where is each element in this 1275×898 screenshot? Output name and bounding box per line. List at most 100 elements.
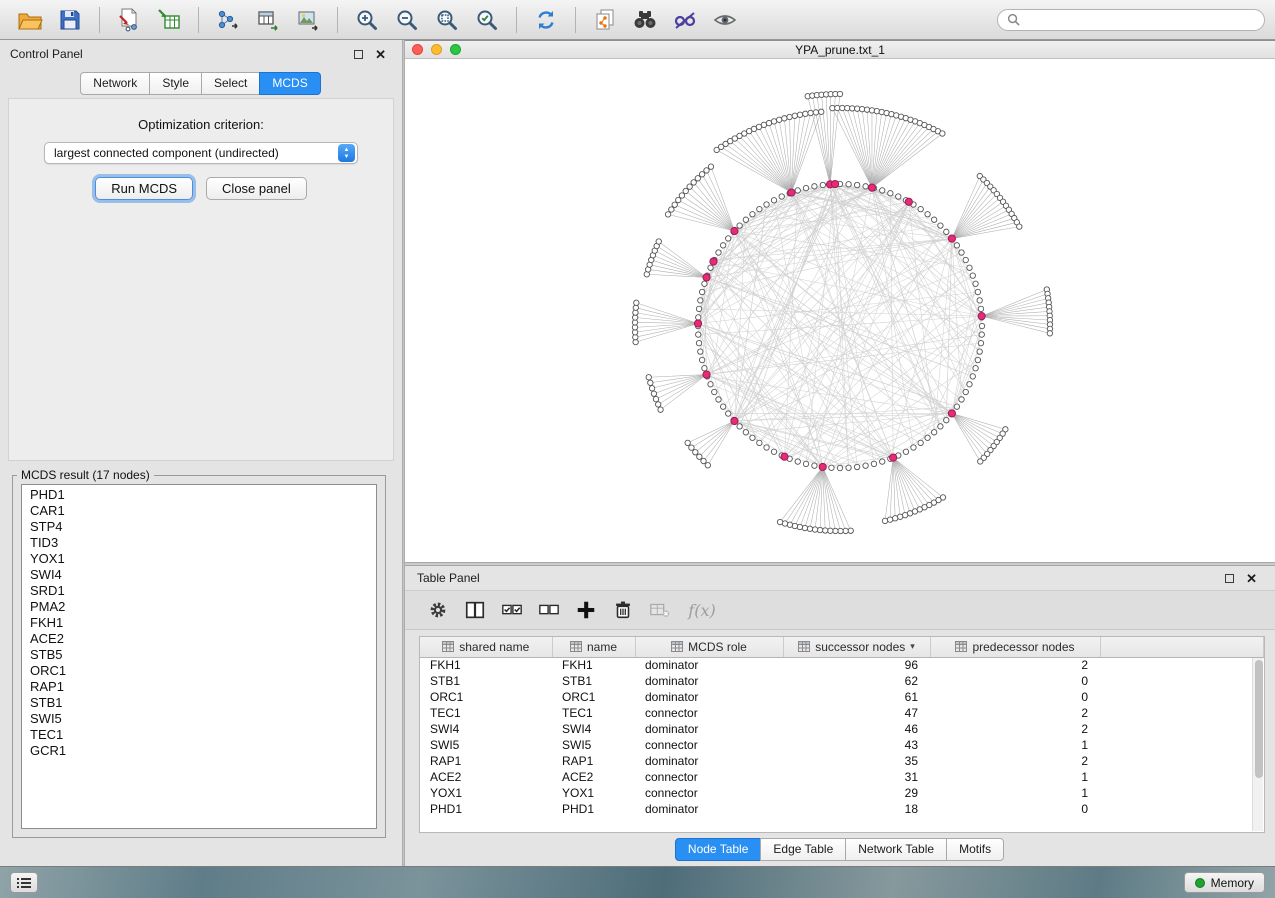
table-row[interactable]: RAP1RAP1dominator352 xyxy=(420,753,1264,769)
table-settings-button[interactable] xyxy=(423,596,453,624)
zoom-in-button[interactable] xyxy=(347,4,387,36)
select-all-rows-button[interactable] xyxy=(497,596,527,624)
hide-selected-button[interactable] xyxy=(665,4,705,36)
delete-table-icon xyxy=(648,599,672,621)
tab-network[interactable]: Network xyxy=(80,72,150,95)
table-scrollbar[interactable] xyxy=(1252,658,1263,831)
export-table-button[interactable] xyxy=(248,4,288,36)
zoom-fit-button[interactable] xyxy=(427,4,467,36)
column-header-shared-name[interactable]: shared name xyxy=(420,637,552,657)
mcds-result-item[interactable]: TEC1 xyxy=(22,727,376,743)
tab-motifs[interactable]: Motifs xyxy=(946,838,1004,861)
mcds-result-item[interactable]: GCR1 xyxy=(22,743,376,759)
memory-button[interactable]: Memory xyxy=(1184,872,1265,893)
delete-column-button[interactable] xyxy=(608,596,638,624)
close-table-panel-icon[interactable]: ✕ xyxy=(1246,572,1257,585)
search-input[interactable] xyxy=(1026,13,1255,27)
show-columns-button[interactable] xyxy=(460,596,490,624)
mcds-result-item[interactable]: SWI4 xyxy=(22,567,376,583)
zoom-selected-button[interactable] xyxy=(467,4,507,36)
mcds-result-item[interactable]: TID3 xyxy=(22,535,376,551)
criterion-select[interactable]: largest connected component (undirected)… xyxy=(44,142,358,164)
mcds-result-item[interactable]: STB5 xyxy=(22,647,376,663)
column-header-successor-nodes[interactable]: successor nodes▾ xyxy=(783,637,930,657)
node-table: shared namenameMCDS rolesuccessor nodes▾… xyxy=(419,636,1265,833)
status-menu-button[interactable] xyxy=(10,872,38,893)
mcds-result-item[interactable]: ORC1 xyxy=(22,663,376,679)
select-stepper-icon: ▲▼ xyxy=(338,144,355,162)
tab-node-table[interactable]: Node Table xyxy=(675,838,762,861)
table-row[interactable]: ACE2ACE2connector311 xyxy=(420,769,1264,785)
import-table-button[interactable] xyxy=(149,4,189,36)
network-canvas[interactable] xyxy=(405,59,1275,563)
binoculars-icon xyxy=(632,9,658,31)
deselect-all-rows-button[interactable] xyxy=(534,596,564,624)
column-header-name[interactable]: name xyxy=(552,637,635,657)
tab-network-table[interactable]: Network Table xyxy=(845,838,947,861)
mcds-result-item[interactable]: CAR1 xyxy=(22,503,376,519)
column-filter-arrow-icon[interactable]: ▾ xyxy=(910,641,915,652)
tab-edge-table[interactable]: Edge Table xyxy=(760,838,846,861)
table-row[interactable]: STB1STB1dominator620 xyxy=(420,673,1264,689)
glasses-slash-icon xyxy=(673,8,697,32)
optimization-criterion-label: Optimization criterion: xyxy=(9,117,393,132)
table-row[interactable]: ORC1ORC1dominator610 xyxy=(420,689,1264,705)
find-button[interactable] xyxy=(625,4,665,36)
table-header-row: shared namenameMCDS rolesuccessor nodes▾… xyxy=(420,637,1264,657)
table-row[interactable]: PHD1PHD1dominator180 xyxy=(420,801,1264,817)
column-header-MCDS-role[interactable]: MCDS role xyxy=(635,637,783,657)
control-panel: Control Panel ✕ Network Style Select MCD… xyxy=(0,40,402,866)
table-row[interactable]: YOX1YOX1connector291 xyxy=(420,785,1264,801)
float-table-panel-icon[interactable] xyxy=(1225,574,1234,583)
zoom-fit-icon xyxy=(435,8,459,32)
export-image-icon xyxy=(296,8,320,32)
table-row[interactable]: FKH1FKH1dominator962 xyxy=(420,657,1264,673)
run-mcds-button[interactable]: Run MCDS xyxy=(95,177,193,200)
mcds-result-item[interactable]: FKH1 xyxy=(22,615,376,631)
mcds-result-item[interactable]: PMA2 xyxy=(22,599,376,615)
import-network-button[interactable] xyxy=(109,4,149,36)
tab-mcds[interactable]: MCDS xyxy=(259,72,320,95)
table-row[interactable]: SWI4SWI4dominator462 xyxy=(420,721,1264,737)
mcds-result-item[interactable]: STP4 xyxy=(22,519,376,535)
memory-label: Memory xyxy=(1211,876,1254,890)
float-panel-icon[interactable] xyxy=(354,50,363,59)
close-panel-button[interactable]: Close panel xyxy=(206,177,307,200)
refresh-button[interactable] xyxy=(526,4,566,36)
clone-network-button[interactable] xyxy=(585,4,625,36)
mcds-result-item[interactable]: PHD1 xyxy=(22,487,376,503)
import-network-icon xyxy=(117,8,141,32)
mcds-result-list[interactable]: PHD1CAR1STP4TID3YOX1SWI4SRD1PMA2FKH1ACE2… xyxy=(21,484,377,829)
mcds-result-item[interactable]: ACE2 xyxy=(22,631,376,647)
network-window-titlebar[interactable]: YPA_prune.txt_1 xyxy=(405,41,1275,59)
mcds-result-item[interactable]: SRD1 xyxy=(22,583,376,599)
mcds-result-item[interactable]: YOX1 xyxy=(22,551,376,567)
main-toolbar xyxy=(0,0,1275,40)
column-header-predecessor-nodes[interactable]: predecessor nodes xyxy=(930,637,1100,657)
zoom-out-button[interactable] xyxy=(387,4,427,36)
toolbar-separator xyxy=(337,7,338,33)
delete-table-button-disabled xyxy=(645,596,675,624)
export-network-button[interactable] xyxy=(208,4,248,36)
show-all-button[interactable] xyxy=(705,4,745,36)
create-column-button[interactable] xyxy=(571,596,601,624)
export-table-icon xyxy=(256,8,280,32)
search-field[interactable] xyxy=(997,9,1265,31)
close-panel-icon[interactable]: ✕ xyxy=(375,48,386,61)
save-session-button[interactable] xyxy=(50,4,90,36)
scrollbar-thumb[interactable] xyxy=(1255,660,1263,778)
network-view-window: YPA_prune.txt_1 xyxy=(405,40,1275,562)
tab-style[interactable]: Style xyxy=(149,72,202,95)
mcds-result-item[interactable]: RAP1 xyxy=(22,679,376,695)
open-file-button[interactable] xyxy=(10,4,50,36)
mcds-result-item[interactable]: STB1 xyxy=(22,695,376,711)
table-row[interactable]: SWI5SWI5connector431 xyxy=(420,737,1264,753)
search-icon xyxy=(1007,13,1020,26)
toolbar-separator xyxy=(198,7,199,33)
fx-icon: f(x) xyxy=(688,601,715,620)
tab-select[interactable]: Select xyxy=(201,72,260,95)
export-image-button[interactable] xyxy=(288,4,328,36)
trash-icon xyxy=(612,599,634,621)
mcds-result-item[interactable]: SWI5 xyxy=(22,711,376,727)
table-row[interactable]: TEC1TEC1connector472 xyxy=(420,705,1264,721)
